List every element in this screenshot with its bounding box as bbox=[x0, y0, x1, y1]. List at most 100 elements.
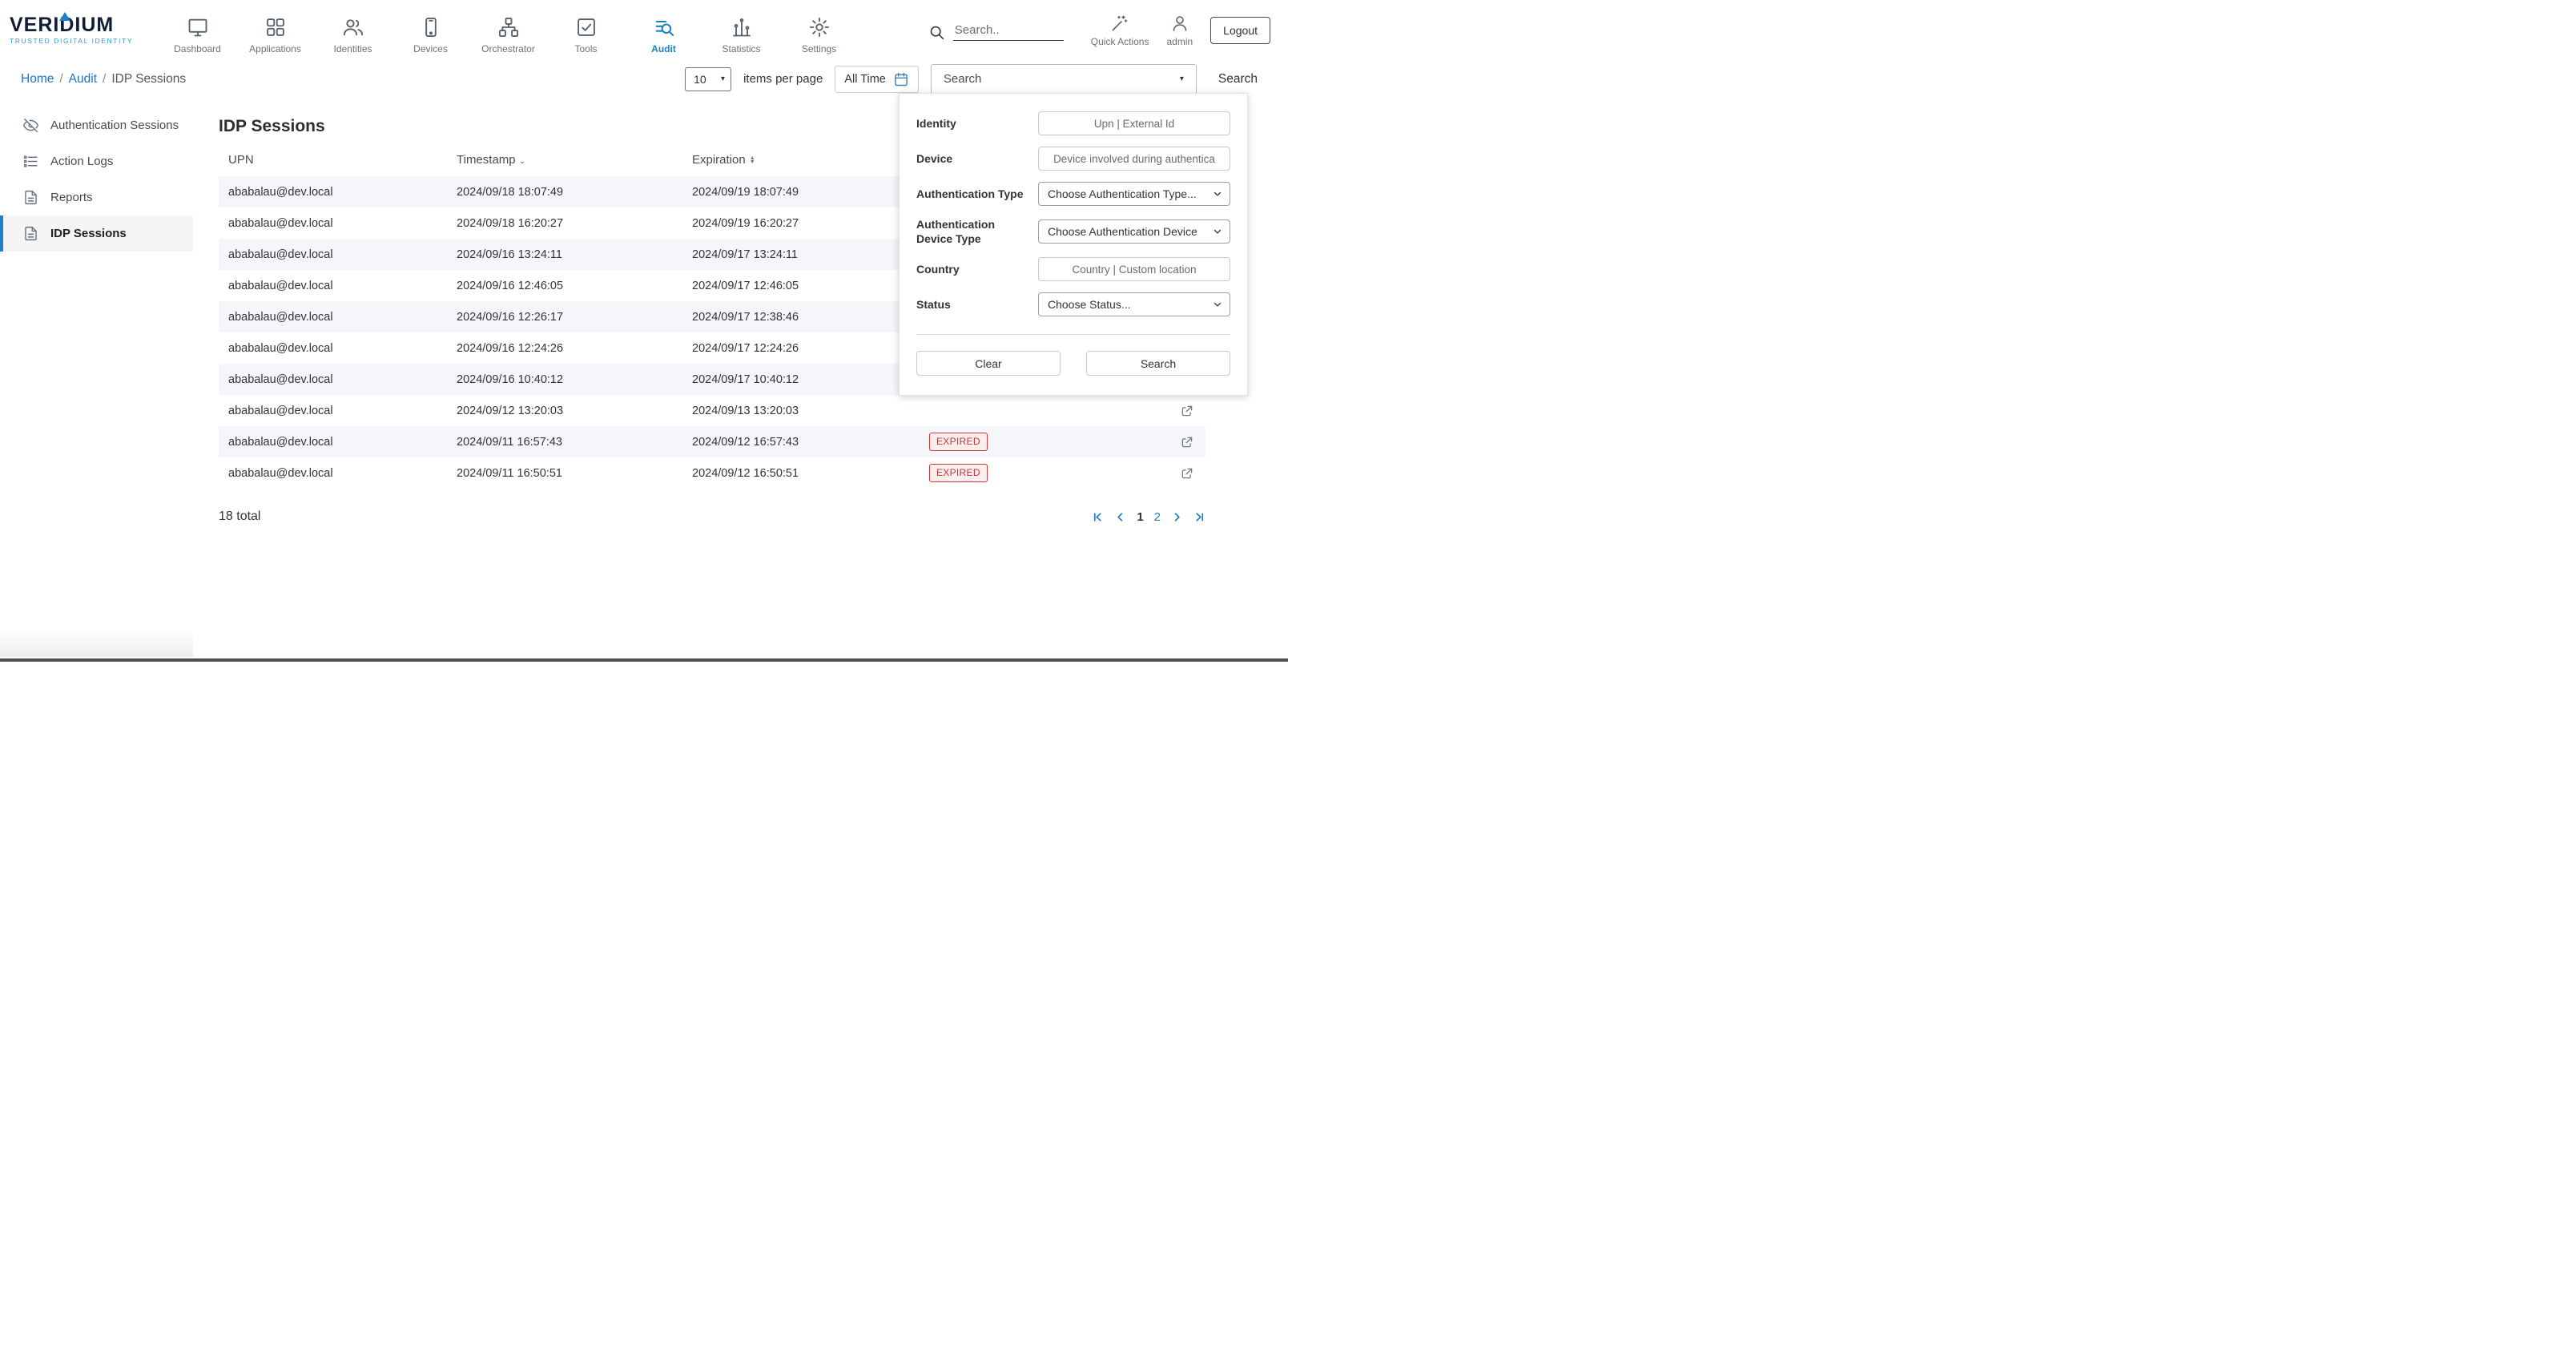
user-menu[interactable]: admin bbox=[1166, 14, 1193, 47]
search-icon bbox=[928, 24, 945, 41]
column-header-timestamp[interactable]: Timestamp⌄ bbox=[457, 153, 692, 167]
cell-expiration: 2024/09/13 13:20:03 bbox=[692, 405, 929, 417]
identities-icon bbox=[342, 16, 364, 38]
table-row[interactable]: ababalau@dev.local 2024/09/12 13:20:03 2… bbox=[219, 395, 1205, 426]
nav-label: Applications bbox=[249, 43, 301, 54]
veridium-logo[interactable]: VERIDIUM TRUSTED DIGITAL IDENTITY bbox=[10, 15, 147, 45]
pagination-first-button[interactable] bbox=[1092, 511, 1104, 523]
filter-search-button[interactable]: Search bbox=[1086, 351, 1230, 376]
authentication-device-type-select[interactable]: Choose Authentication Device bbox=[1038, 219, 1230, 244]
filter-divider bbox=[916, 334, 1230, 335]
nav-label: Tools bbox=[574, 43, 597, 54]
pagination-next-button[interactable] bbox=[1171, 511, 1183, 523]
user-avatar-icon bbox=[1170, 14, 1189, 33]
user-label: admin bbox=[1166, 36, 1193, 47]
top-bar: VERIDIUM TRUSTED DIGITAL IDENTITY Dashbo… bbox=[0, 0, 1288, 60]
authentication-device-type-label: Authentication Device Type bbox=[916, 217, 1038, 246]
nav-statistics[interactable]: Statistics bbox=[702, 6, 780, 54]
status-badge: EXPIRED bbox=[929, 433, 988, 451]
sidebar-item-reports[interactable]: Reports bbox=[0, 179, 193, 215]
dashboard-icon bbox=[187, 16, 209, 38]
time-filter-button[interactable]: All Time bbox=[835, 66, 919, 93]
document-icon bbox=[22, 189, 39, 206]
cell-timestamp: 2024/09/18 16:20:27 bbox=[457, 217, 692, 230]
nav-label: Identities bbox=[333, 43, 372, 54]
cell-upn: ababalau@dev.local bbox=[219, 280, 457, 292]
cell-timestamp: 2024/09/11 16:50:51 bbox=[457, 467, 692, 480]
document-icon bbox=[22, 225, 39, 242]
list-controls: 10 ▾ items per page All Time Search ▾ Se… bbox=[685, 64, 1267, 95]
sidebar-item-idp-sessions[interactable]: IDP Sessions bbox=[0, 215, 193, 252]
global-search-input[interactable] bbox=[953, 20, 1064, 41]
open-session-icon[interactable] bbox=[1180, 404, 1194, 418]
cell-timestamp: 2024/09/11 16:57:43 bbox=[457, 436, 692, 449]
filter-row-status: Status Choose Status... bbox=[916, 292, 1230, 316]
open-session-icon[interactable] bbox=[1180, 435, 1194, 449]
quick-actions-label: Quick Actions bbox=[1091, 36, 1149, 47]
cell-status: EXPIRED bbox=[929, 433, 1148, 451]
filter-search-combo[interactable]: Search ▾ bbox=[931, 64, 1197, 95]
chevron-down-icon bbox=[1213, 189, 1222, 199]
logout-button[interactable]: Logout bbox=[1210, 17, 1270, 44]
table-row[interactable]: ababalau@dev.local 2024/09/11 16:57:43 2… bbox=[219, 426, 1205, 457]
cell-expiration: 2024/09/12 16:50:51 bbox=[692, 467, 929, 480]
status-select[interactable]: Choose Status... bbox=[1038, 292, 1230, 316]
open-session-icon[interactable] bbox=[1180, 466, 1194, 481]
breadcrumb-audit-link[interactable]: Audit bbox=[69, 72, 97, 86]
authentication-type-select[interactable]: Choose Authentication Type... bbox=[1038, 182, 1230, 206]
device-input[interactable] bbox=[1038, 147, 1230, 171]
device-label: Device bbox=[916, 151, 1038, 166]
cell-timestamp: 2024/09/16 10:40:12 bbox=[457, 373, 692, 386]
nav-tools[interactable]: Tools bbox=[547, 6, 625, 54]
pagination-page-2[interactable]: 2 bbox=[1154, 510, 1161, 524]
page-size-select[interactable]: 10 ▾ bbox=[685, 67, 731, 91]
nav-orchestrator[interactable]: Orchestrator bbox=[469, 6, 547, 54]
list-search-button[interactable]: Search bbox=[1209, 66, 1267, 93]
breadcrumb-home-link[interactable]: Home bbox=[21, 72, 54, 86]
logo-text: VERIDIUM bbox=[10, 15, 147, 35]
cell-upn: ababalau@dev.local bbox=[219, 436, 457, 449]
filter-search-placeholder: Search bbox=[944, 72, 982, 86]
cell-timestamp: 2024/09/16 12:46:05 bbox=[457, 280, 692, 292]
eye-off-icon bbox=[22, 117, 39, 134]
cell-expiration: 2024/09/19 16:20:27 bbox=[692, 217, 929, 230]
sidebar-item-action-logs[interactable]: Action Logs bbox=[0, 143, 193, 179]
sidebar-item-label: Action Logs bbox=[50, 155, 113, 168]
topbar-right: Quick Actions admin Logout bbox=[928, 14, 1288, 47]
applications-icon bbox=[264, 16, 287, 38]
cell-timestamp: 2024/09/16 12:24:26 bbox=[457, 342, 692, 355]
status-badge: EXPIRED bbox=[929, 464, 988, 482]
subheader: Home/Audit/IDP Sessions 10 ▾ items per p… bbox=[0, 60, 1288, 98]
page: VERIDIUM TRUSTED DIGITAL IDENTITY Dashbo… bbox=[0, 0, 1288, 678]
sidebar: Authentication Sessions Action Logs Repo… bbox=[0, 98, 193, 657]
quick-actions-button[interactable]: Quick Actions bbox=[1091, 14, 1149, 47]
nav-label: Settings bbox=[802, 43, 836, 54]
identity-input[interactable] bbox=[1038, 111, 1230, 135]
nav-identities[interactable]: Identities bbox=[314, 6, 392, 54]
nav-label: Statistics bbox=[722, 43, 760, 54]
table-row[interactable]: ababalau@dev.local 2024/09/11 16:50:51 2… bbox=[219, 457, 1205, 489]
nav-settings[interactable]: Settings bbox=[780, 6, 858, 54]
filter-clear-button[interactable]: Clear bbox=[916, 351, 1061, 376]
pagination-prev-button[interactable] bbox=[1114, 511, 1126, 523]
nav-audit[interactable]: Audit bbox=[625, 6, 702, 54]
nav-devices[interactable]: Devices bbox=[392, 6, 469, 54]
nav-dashboard[interactable]: Dashboard bbox=[159, 6, 236, 54]
cell-expiration: 2024/09/12 16:57:43 bbox=[692, 436, 929, 449]
cell-expiration: 2024/09/19 18:07:49 bbox=[692, 186, 929, 199]
nav-label: Dashboard bbox=[174, 43, 221, 54]
identity-label: Identity bbox=[916, 116, 1038, 131]
country-input[interactable] bbox=[1038, 257, 1230, 281]
sidebar-item-authentication-sessions[interactable]: Authentication Sessions bbox=[0, 107, 193, 143]
column-header-expiration[interactable]: Expiration▲▼ bbox=[692, 153, 929, 167]
logo-triangle-icon bbox=[59, 12, 70, 21]
pagination-page-1[interactable]: 1 bbox=[1137, 510, 1143, 524]
chevron-down-icon bbox=[1213, 227, 1222, 236]
nav-applications[interactable]: Applications bbox=[236, 6, 314, 54]
cell-status: EXPIRED bbox=[929, 464, 1148, 482]
sidebar-item-label: Reports bbox=[50, 191, 93, 204]
country-label: Country bbox=[916, 262, 1038, 276]
filter-row-country: Country bbox=[916, 257, 1230, 281]
bottom-edge-bar bbox=[0, 658, 1288, 662]
pagination-last-button[interactable] bbox=[1193, 511, 1205, 523]
